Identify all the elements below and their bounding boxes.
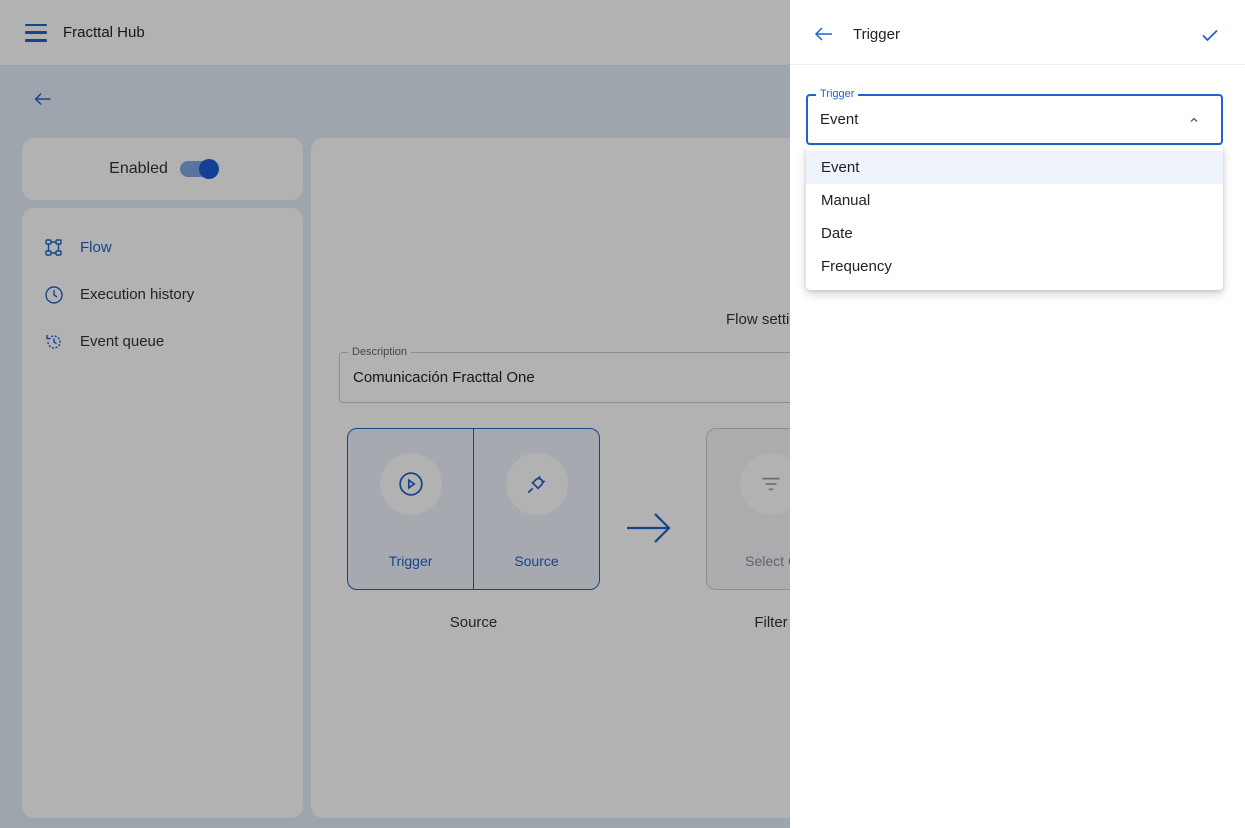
panel-header: Trigger bbox=[790, 0, 1245, 65]
trigger-dropdown-menu: Event Manual Date Frequency bbox=[806, 146, 1223, 290]
trigger-select-legend: Trigger bbox=[816, 88, 859, 100]
check-icon[interactable] bbox=[1200, 25, 1220, 45]
menu-option-frequency[interactable]: Frequency bbox=[806, 250, 1223, 283]
modal-scrim[interactable] bbox=[0, 0, 790, 828]
menu-option-event[interactable]: Event bbox=[806, 151, 1223, 184]
trigger-panel: Trigger Trigger Event Event Manual Date … bbox=[790, 0, 1245, 828]
menu-option-manual[interactable]: Manual bbox=[806, 184, 1223, 217]
back-arrow-icon[interactable] bbox=[814, 24, 834, 44]
menu-option-date[interactable]: Date bbox=[806, 217, 1223, 250]
trigger-select[interactable]: Trigger Event bbox=[806, 88, 1223, 145]
trigger-select-value: Event bbox=[820, 111, 859, 128]
panel-title: Trigger bbox=[853, 26, 900, 43]
chevron-up-icon bbox=[1190, 117, 1198, 122]
